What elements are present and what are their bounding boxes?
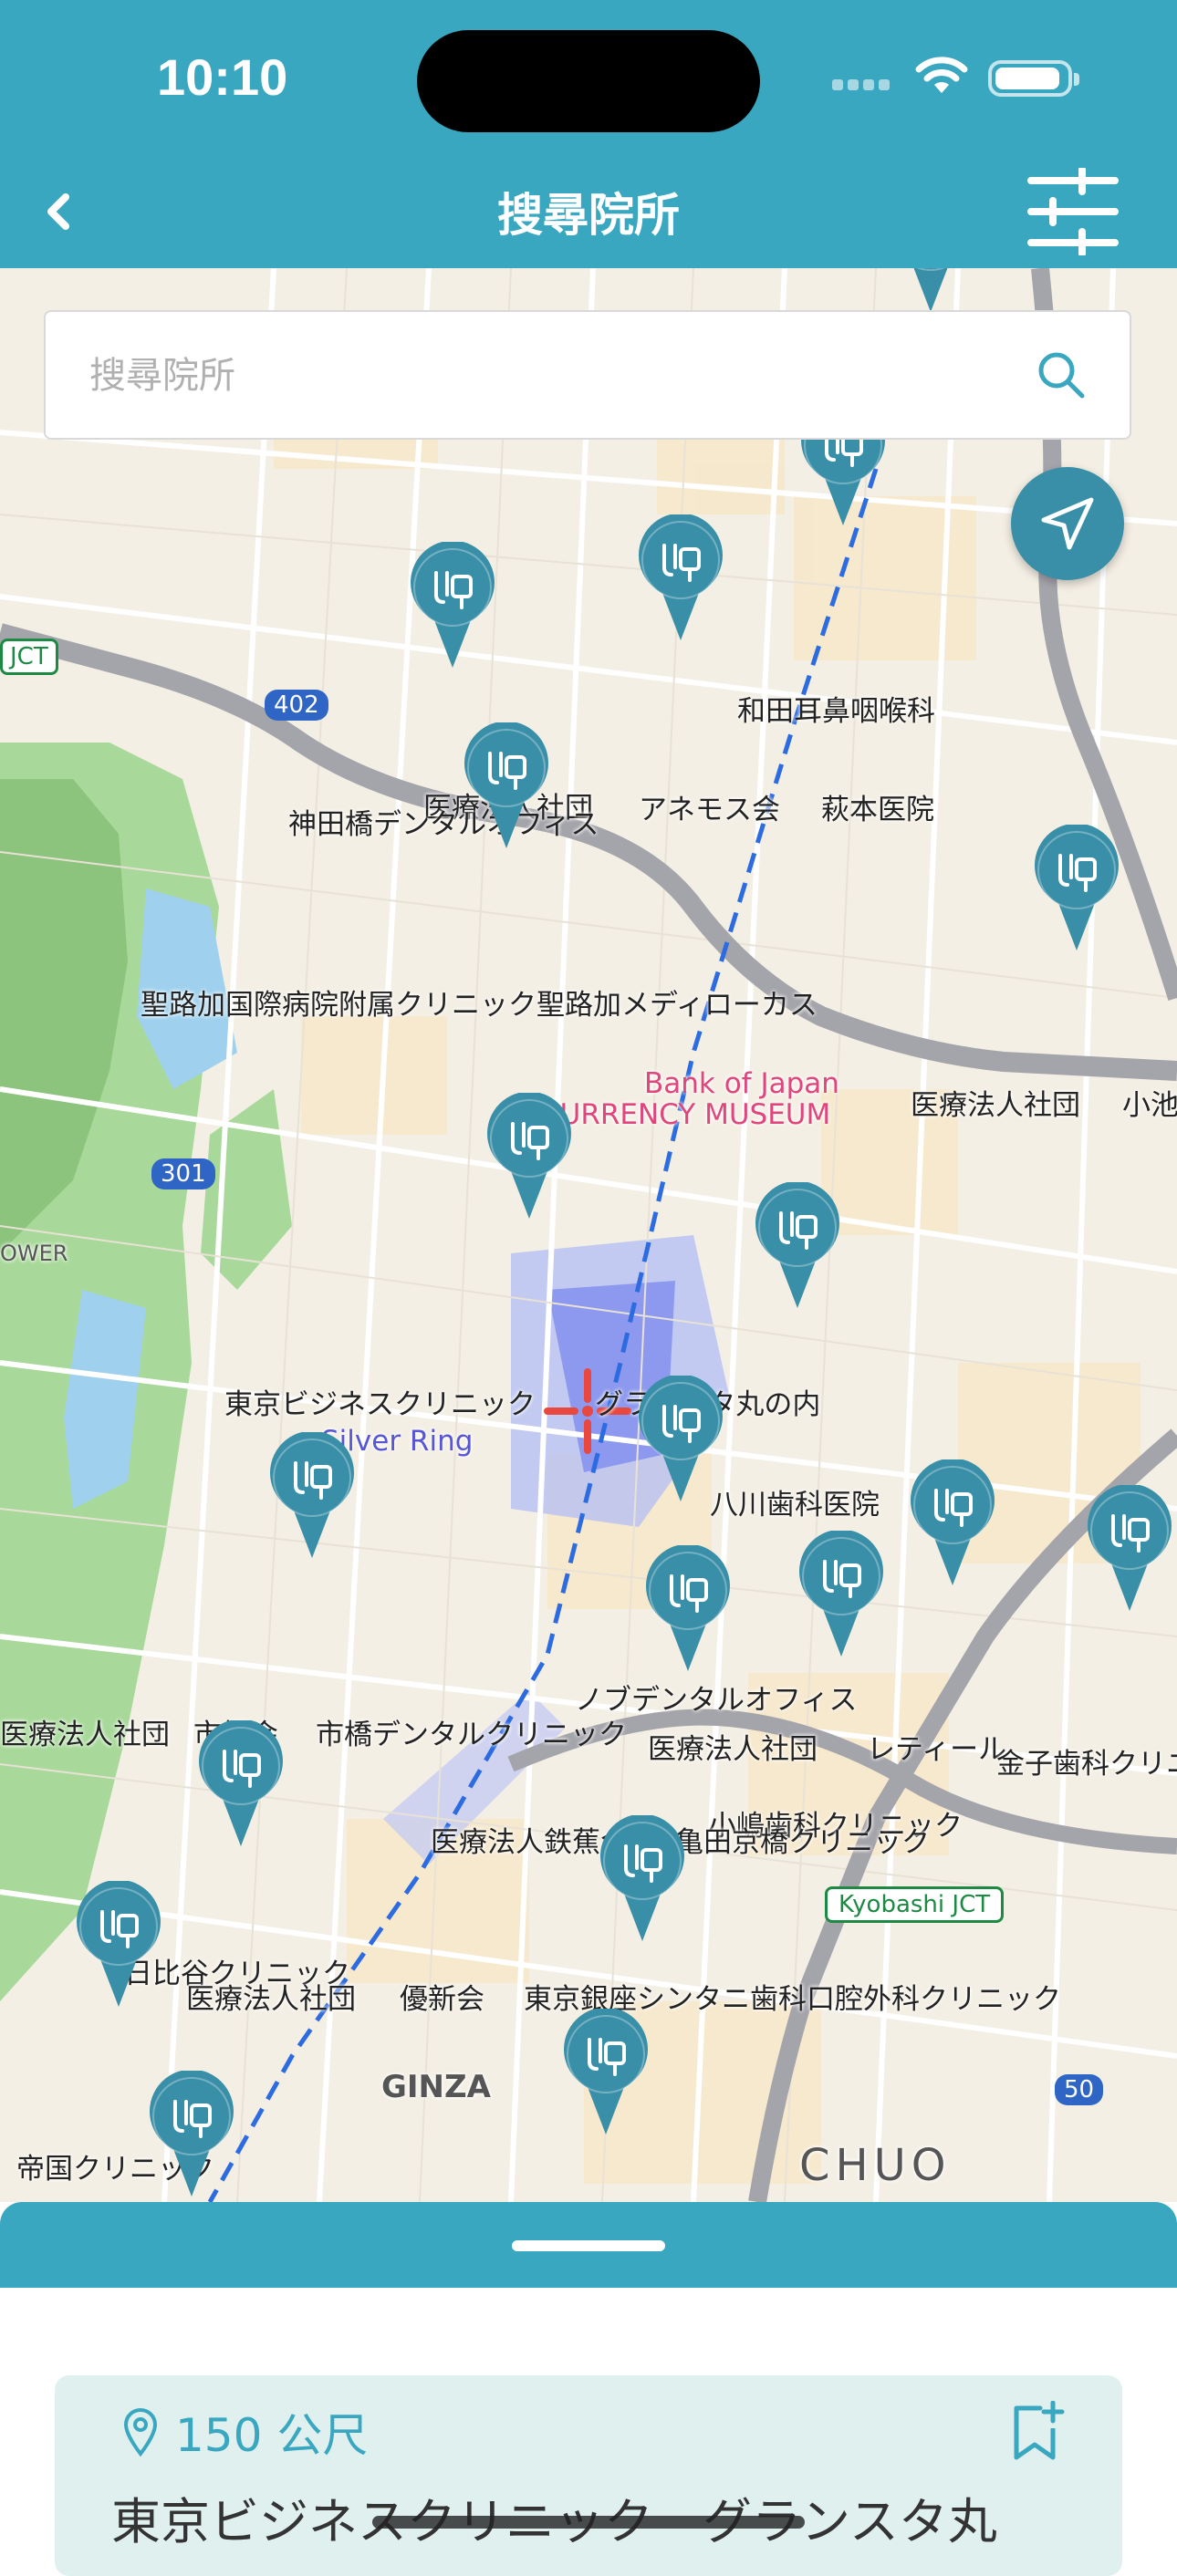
bottom-sheet: 150 公尺 東京ビジネスクリニック グランスタ丸 [0,2288,1177,2576]
wifi-icon [915,57,968,93]
route-shield: 301 [151,1158,215,1189]
map-label: 聖路加国際病院附属クリニック聖路加メディローカス [141,989,818,1022]
map-label: 医療法人社団 [648,1733,818,1766]
bottom-sheet-handle-bar[interactable] [0,2202,1177,2288]
home-indicator [372,2516,805,2529]
clinic-card[interactable]: 150 公尺 東京ビジネスクリニック グランスタ丸 [55,2375,1122,2576]
battery-icon [988,60,1079,97]
dynamic-island [417,30,760,132]
clinic-pin-icon[interactable] [642,1545,734,1673]
clinic-pin-icon[interactable] [73,1881,164,2009]
search-input[interactable] [88,343,1004,409]
route-shield: 50 [1055,2074,1104,2105]
clinic-pin-icon[interactable] [484,1093,575,1220]
clinic-pin-icon[interactable] [1084,1485,1175,1613]
map-label: 医療法人社団 [911,1089,1080,1122]
clinic-pin-icon[interactable] [560,2009,651,2136]
clinic-pin-icon[interactable] [146,2071,237,2198]
map-label: CURRENCY MUSEUM [540,1098,831,1131]
status-time: 10:10 [157,48,288,106]
map-label: JCT [0,639,58,675]
map-label: GINZA [381,2069,491,2105]
map-label: 小池 [1122,1089,1177,1122]
clinic-pin-icon[interactable] [461,722,552,850]
clinic-pin-icon[interactable] [407,542,498,670]
clinic-pin-icon[interactable] [195,1720,286,1848]
map-label: 八川歯科医院 [710,1489,880,1522]
bookmark-add-icon[interactable] [1009,2401,1066,2463]
clinic-pin-icon[interactable] [885,268,976,314]
clinic-pin-icon[interactable] [597,1815,688,1943]
map-label: 神田橋デンタルオフィス [288,808,599,841]
clinic-pin-icon[interactable] [752,1182,843,1310]
route-shield: 402 [265,690,328,721]
map-pin-icon [123,2408,158,2457]
clinic-pin-icon[interactable] [635,514,726,642]
locate-me-button[interactable] [1011,467,1124,580]
search-bar[interactable] [44,310,1131,440]
page-title: 搜尋院所 [497,189,680,242]
map-label: Kyobashi JCT [825,1886,1005,1923]
map-label: 東京ビジネスクリニック [224,1388,536,1421]
map-label: アネモス会 [639,794,780,826]
clinic-pin-icon[interactable] [266,1432,358,1560]
distance-label: 150 公尺 [175,2409,369,2462]
clinic-pin-icon[interactable] [796,1531,887,1658]
search-icon[interactable] [1035,348,1088,401]
sliders-icon[interactable] [1026,168,1120,255]
map-label: ノブデンタルオフィス [575,1684,858,1717]
map-label: レティール [867,1733,1007,1766]
map-label: CHUO [799,2140,952,2191]
map-label: 金子歯科クリニック [996,1748,1177,1781]
nav-bar: 搜尋院所 [0,155,1177,268]
map-label: 医療法人社団 [186,1983,356,2016]
status-bar: 10:10 [0,0,1177,155]
map-label: Bank of Japan [644,1067,839,1100]
location-arrow-icon [1041,497,1094,550]
cellular-signal-icon [832,77,896,95]
map-label: 亀田京橋クリニック [675,1826,930,1859]
map-label: 医療法人社団 [0,1719,170,1751]
map-view[interactable]: 和田耳鼻咽喉科 アネモス会 萩本医院 医療法人社団 神田橋デンタルオフィス 聖路… [0,268,1177,2202]
map-label: 萩本医院 [821,794,934,826]
clinic-pin-icon[interactable] [635,1376,726,1503]
map-label: 和田耳鼻咽喉科 [737,695,935,728]
clinic-pin-icon[interactable] [1031,825,1122,952]
map-label: OWER [0,1241,68,1266]
sheet-grabber[interactable] [512,2240,665,2251]
map-label: 優新会 [400,1983,484,2016]
clinic-pin-icon[interactable] [907,1459,998,1587]
